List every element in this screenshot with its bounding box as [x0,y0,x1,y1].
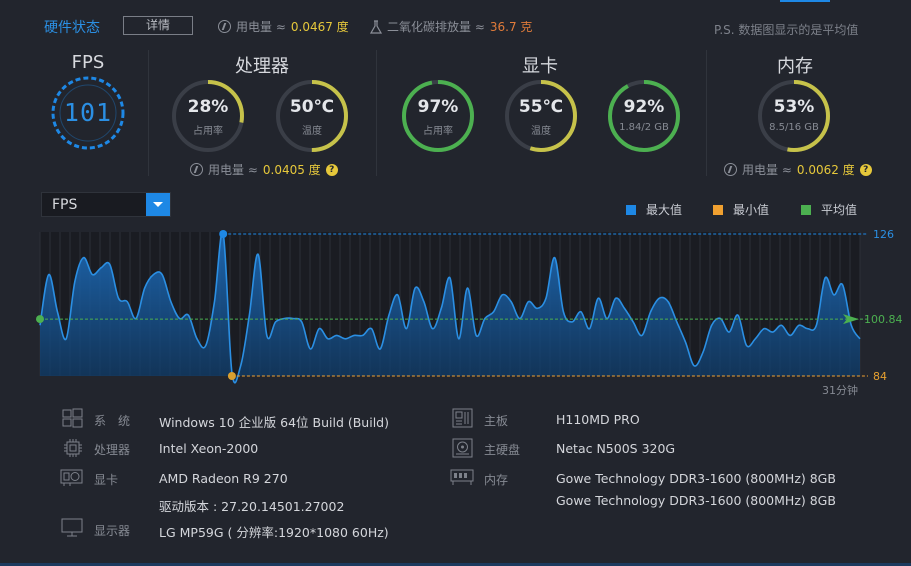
harddisk-icon [452,438,474,458]
cpu-temp-gauge: 50℃ 温度 [274,78,350,154]
ram-icon [450,467,474,487]
gpu-label: 显卡 [94,473,119,487]
gpu-usage-gauge: 97% 占用率 [400,78,476,154]
help-icon[interactable]: ? [859,163,872,176]
power-icon [190,163,203,176]
gpu-usage-value: 97% [417,97,459,117]
cpu-value: Intel Xeon-2000 [159,441,259,456]
fps-value: 101 [63,98,113,127]
monitor-icon [61,518,83,538]
detail-button[interactable]: 详情 [123,16,193,35]
memory-title: 内存 [777,56,813,77]
cpu-icon [62,438,84,458]
gpu-memory-value: 92% [623,97,665,117]
memory-usage-value: 53% [773,97,815,117]
gpu-value: AMD Radeon R9 270 [159,471,288,486]
cpu-temp-label: 温度 [302,126,322,137]
power-icon [218,20,231,33]
legend-swatch-max [626,204,636,215]
avg-point [36,315,44,324]
separator [706,50,707,176]
ram-value-2: Gowe Technology DDR3-1600 (800MHz) 8GB [556,493,836,508]
duration-label: 31分钟 [822,383,858,397]
memory-usage-label: 8.5/16 GB [769,122,819,133]
page-title: 硬件状态 [44,20,100,36]
gpu-temp-value: 55℃ [518,97,564,117]
total-power-value: 0.0467 度 [290,20,349,34]
gpu-usage-label: 占用率 [423,126,453,137]
ram-value-1: Gowe Technology DDR3-1600 (800MHz) 8GB [556,471,836,486]
metric-select[interactable]: FPS [41,192,171,217]
chart-note: P.S. 数据图显示的是平均值 [714,23,859,37]
monitor-value: LG MP59G ( 分辨率:1920*1080 60Hz) [159,525,389,540]
os-label: 系 统 [94,414,131,428]
cpu-power-value: 0.0405 度 [262,163,321,177]
separator [376,50,377,176]
gpu-temp-label: 温度 [531,126,551,137]
cpu-power: 用电量 ≈ 0.0405 度 ? [190,161,338,178]
gpu-temp-gauge: 55℃ 温度 [503,78,579,154]
total-power: 用电量 ≈ 0.0467 度 [218,18,349,35]
cpu-label: 处理器 [94,443,131,457]
cpu-usage-label: 占用率 [193,126,223,137]
total-power-label: 用电量 ≈ [236,20,286,34]
monitor-label: 显示器 [94,524,131,538]
cpu-usage-gauge: 28% 占用率 [170,78,246,154]
flask-icon [370,19,382,34]
chevron-down-icon[interactable] [146,193,170,216]
memory-power-value: 0.0062 度 [796,163,855,177]
legend-min: 最小值 [713,201,769,218]
windows-icon [62,408,84,428]
cpu-temp-value: 50℃ [289,97,335,117]
motherboard-label: 主板 [484,414,509,428]
harddisk-value: Netac N500S 320G [556,441,676,456]
os-value: Windows 10 企业版 64位 Build (Build) [159,415,389,430]
gpu-memory-label: 1.84/2 GB [619,122,669,133]
gpu-icon [60,467,83,487]
ram-label: 内存 [484,473,509,487]
help-icon[interactable]: ? [325,163,338,176]
gpu-driver-value: 驱动版本 : 27.20.14501.27002 [159,499,345,514]
fps-chart: 126 100.84 84 31分钟 [36,228,903,397]
power-icon [724,163,737,176]
co2-value: 36.7 克 [489,20,533,34]
legend-swatch-min [713,204,723,215]
gpu-memory-gauge: 92% 1.84/2 GB [606,78,682,154]
legend-max: 最大值 [626,201,682,218]
separator [148,50,149,176]
fps-title: FPS [71,52,105,73]
cpu-usage-value: 28% [187,97,229,117]
motherboard-icon [452,408,474,428]
co2-label: 二氧化碳排放量 ≈ [387,20,485,34]
memory-power: 用电量 ≈ 0.0062 度 ? [724,161,872,178]
top-accent-bar [780,0,830,2]
cpu-title: 处理器 [235,56,289,77]
avg-value-label: 100.84 [864,313,903,326]
motherboard-value: H110MD PRO [556,412,640,427]
harddisk-label: 主硬盘 [484,443,521,457]
memory-usage-gauge: 53% 8.5/16 GB [756,78,832,154]
max-value-label: 126 [873,228,894,241]
metric-select-value: FPS [52,197,78,213]
co2-emission: 二氧化碳排放量 ≈ 36.7 克 [370,18,532,35]
cpu-power-label: 用电量 ≈ [208,163,258,177]
legend-max-label: 最大值 [646,203,683,217]
legend-swatch-avg [801,204,811,215]
legend-min-label: 最小值 [733,203,770,217]
min-value-label: 84 [873,370,887,383]
memory-power-label: 用电量 ≈ [742,163,792,177]
legend-avg-label: 平均值 [821,203,858,217]
min-point [227,372,236,380]
fps-gauge: 101 [49,74,127,152]
legend-avg: 平均值 [801,201,857,218]
gpu-title: 显卡 [522,56,558,77]
max-point [219,230,228,238]
